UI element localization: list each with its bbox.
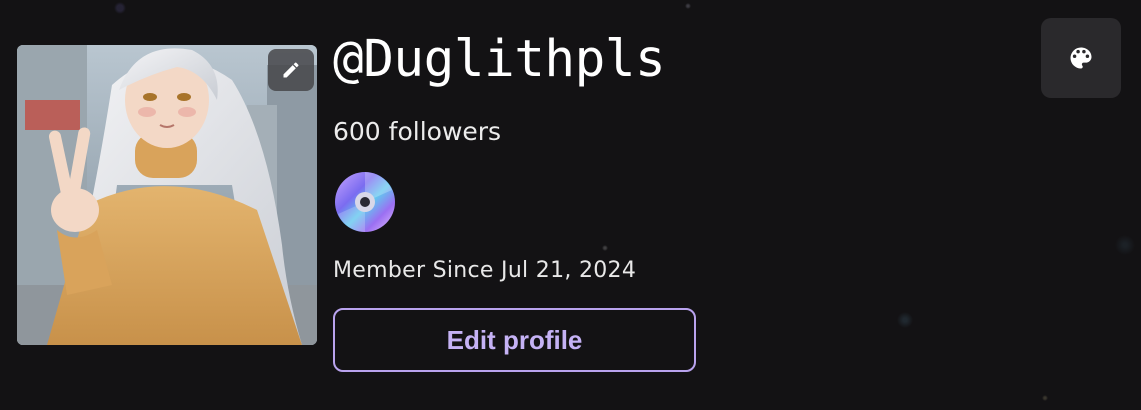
theme-button[interactable] [1041, 18, 1121, 98]
edit-avatar-button[interactable] [268, 49, 314, 91]
followers-count[interactable]: 600 followers [333, 116, 501, 148]
palette-icon [1070, 47, 1092, 69]
badge-item[interactable] [332, 170, 398, 234]
profile-header: @Duglithpls 600 followers Member Since J… [0, 0, 1141, 410]
edit-profile-button[interactable]: Edit profile [333, 308, 696, 372]
username: @Duglithpls [333, 30, 666, 89]
disc-icon [335, 172, 395, 232]
pencil-icon [283, 62, 299, 78]
member-since: Member Since Jul 21, 2024 [333, 258, 637, 283]
